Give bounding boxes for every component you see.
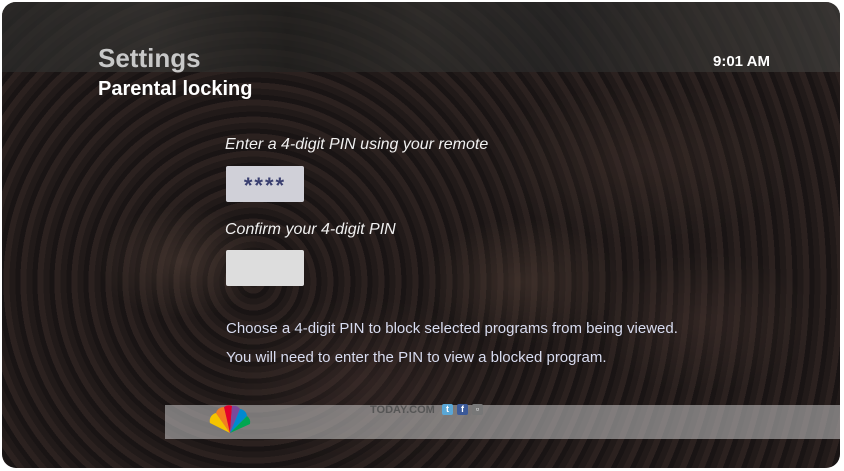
confirm-pin-field[interactable] xyxy=(226,250,304,286)
page-subtitle: Parental locking xyxy=(98,78,253,100)
enter-pin-field[interactable]: **** xyxy=(226,166,304,202)
page-title: Settings xyxy=(98,43,201,73)
confirm-pin-label: Confirm your 4-digit PIN xyxy=(225,221,396,238)
facebook-icon: f xyxy=(457,404,468,415)
news-ticker-bar xyxy=(165,405,840,439)
nbc-peacock-icon xyxy=(209,405,251,433)
instagram-icon: ▫ xyxy=(472,404,483,415)
enter-pin-label: Enter a 4-digit PIN using your remote xyxy=(225,136,489,153)
twitter-icon: t xyxy=(442,404,453,415)
info-text-line-1: Choose a 4-digit PIN to block selected p… xyxy=(226,320,678,337)
info-text-line-2: You will need to enter the PIN to view a… xyxy=(226,349,607,366)
today-site-label: TODAY.COM xyxy=(370,404,435,416)
clock: 9:01 AM xyxy=(713,53,770,70)
